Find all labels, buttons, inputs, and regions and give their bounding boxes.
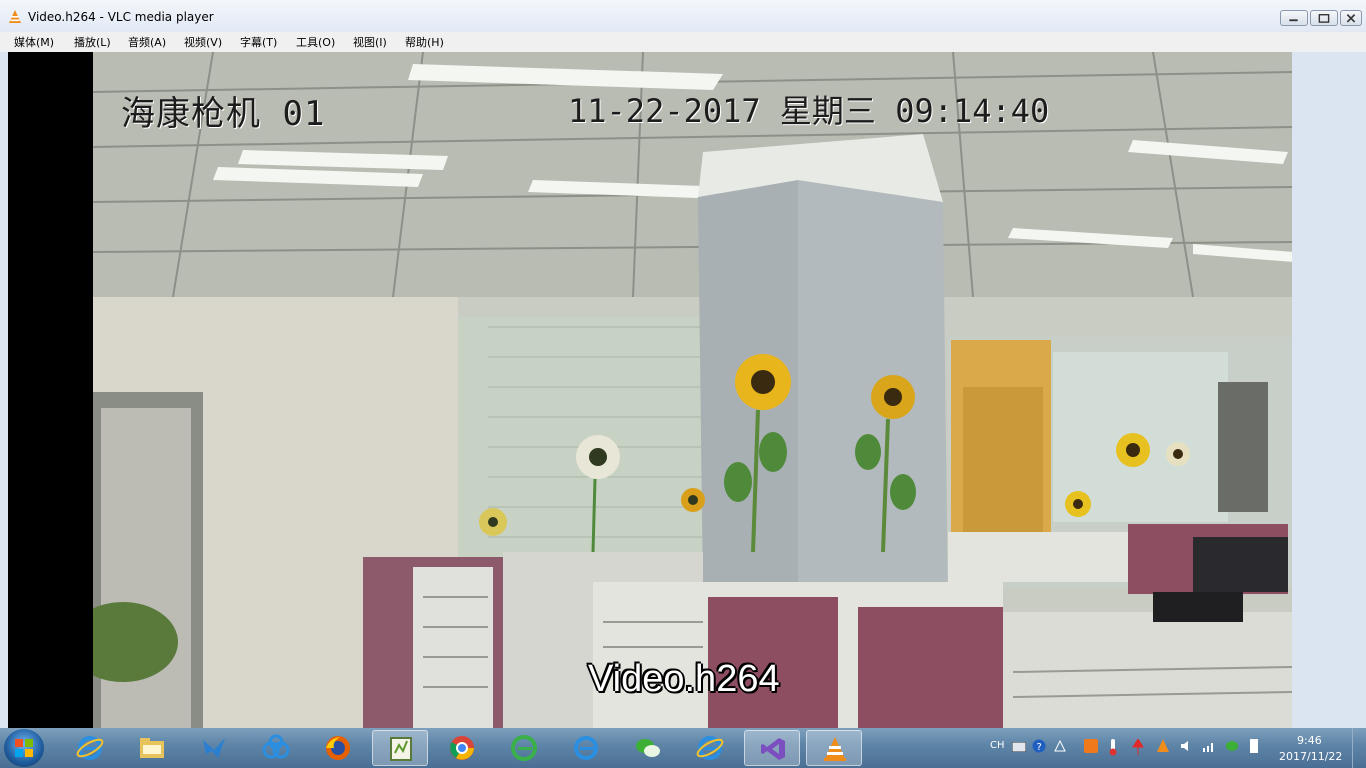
vlc-window: Video.h264 - VLC media player 媒体(M) 播放(L… [0,0,1366,728]
menu-bar: 媒体(M) 播放(L) 音频(A) 视频(V) 字幕(T) 工具(O) 视图(I… [0,32,1366,52]
start-button[interactable] [4,729,44,767]
orange-app-tray-icon[interactable] [1084,739,1098,753]
taskbar-app-chrome[interactable] [434,730,490,766]
camera-name-overlay: 海康枪机 01 [121,94,326,134]
taskbar-app-green-browser[interactable] [496,730,552,766]
internet-explorer-icon [696,736,724,760]
taskbar: CH ? 9:46 2017/11/22 [0,728,1366,768]
taskbar-app-bird[interactable] [186,730,242,766]
clock-date[interactable]: 2017/11/22 [1279,750,1342,763]
title-bar[interactable]: Video.h264 - VLC media player [0,0,1366,32]
vlc-tray-icon[interactable] [1156,739,1170,753]
notepad-plus-icon [390,737,412,761]
minimize-icon [1289,19,1298,22]
wechat-tray-icon[interactable] [1226,740,1240,752]
clock-time[interactable]: 9:46 [1297,734,1322,747]
window-title: Video.h264 - VLC media player [28,10,214,24]
show-desktop-button[interactable] [1352,728,1366,768]
taskbar-app-firefox[interactable] [310,730,366,766]
office-scene-image [93,52,1292,728]
language-indicator[interactable]: CH [990,740,1005,751]
volume-icon[interactable] [1180,740,1194,752]
svg-text:?: ? [1037,742,1042,753]
windows-logo-icon [15,739,33,757]
taskbar-app-wechat[interactable] [620,730,676,766]
ime-settings-icon[interactable] [1054,740,1066,752]
taskbar-app-visual-studio[interactable] [744,730,800,766]
internet-explorer-icon [76,736,104,760]
close-button[interactable] [1340,10,1362,26]
menu-tools[interactable]: 工具(O) [296,34,335,50]
taskbar-app-vlc[interactable] [806,730,862,766]
menu-subtitle[interactable]: 字幕(T) [240,34,277,50]
green-browser-icon [511,735,537,761]
file-explorer-icon [140,738,164,758]
menu-view[interactable]: 视图(I) [353,34,387,50]
menu-media[interactable]: 媒体(M) [14,34,54,50]
bird-app-icon [203,738,225,758]
taskbar-app-ie-3[interactable] [682,730,738,766]
baidu-netdisk-icon [262,734,290,759]
vlc-icon [824,737,846,761]
timestamp-overlay: 11-22-2017 星期三 09:14:40 [568,92,1050,130]
maximize-icon [1318,14,1330,23]
internet-explorer-icon [574,736,598,760]
vlc-cone-icon [9,10,21,23]
menu-help[interactable]: 帮助(H) [405,34,444,50]
taskbar-app-ie-2[interactable] [558,730,614,766]
wechat-icon [636,739,660,757]
video-area[interactable]: 海康枪机 01 11-22-2017 星期三 09:14:40 Video.h2… [8,52,1292,728]
keyboard-icon[interactable] [1012,742,1026,752]
taskbar-app-ie-1[interactable] [62,730,118,766]
menu-audio[interactable]: 音频(A) [128,34,166,50]
maximize-button[interactable] [1310,10,1338,26]
video-frame: 海康枪机 01 11-22-2017 星期三 09:14:40 Video.h2… [93,52,1292,728]
taskbar-app-notepad[interactable] [372,730,428,766]
chrome-icon [450,736,474,760]
minimize-button[interactable] [1280,10,1308,26]
temperature-icon[interactable] [1108,738,1118,756]
visual-studio-icon [761,738,785,760]
taskbar-app-netdisk[interactable] [248,730,304,766]
menu-video[interactable]: 视频(V) [184,34,222,50]
help-icon[interactable]: ? [1032,739,1046,753]
network-icon[interactable] [1202,740,1216,752]
filename-overlay: Video.h264 [588,658,780,700]
menu-playback[interactable]: 播放(L) [74,34,111,50]
pin-tray-icon[interactable] [1132,739,1144,755]
taskbar-app-explorer[interactable] [124,730,180,766]
close-icon [1346,14,1356,23]
usb-device-icon[interactable] [1248,739,1260,753]
firefox-icon [326,736,350,760]
